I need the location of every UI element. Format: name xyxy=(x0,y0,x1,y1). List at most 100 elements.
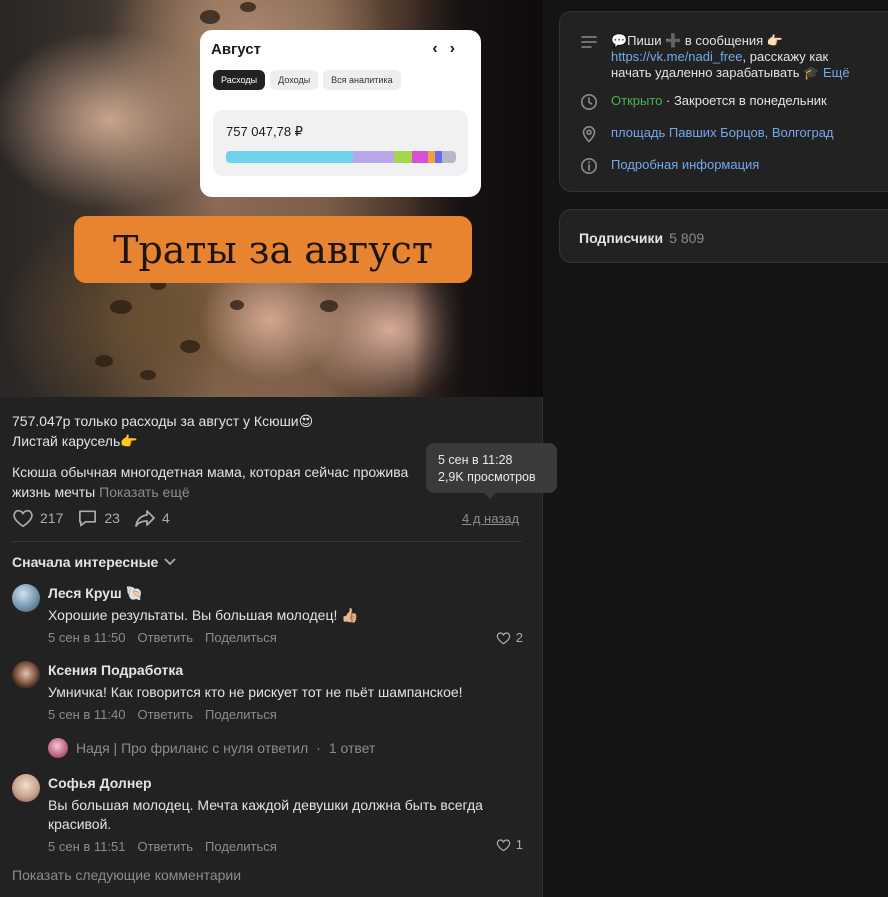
description: 💬Пиши ➕ в сообщения 👉🏻 https://vk.me/nad… xyxy=(611,33,869,81)
reply-button[interactable]: Ответить xyxy=(137,630,193,645)
reply-author: Надя | Про фриланс с нуля ответил xyxy=(76,740,309,756)
comment-date[interactable]: 5 сен в 11:50 xyxy=(48,630,125,645)
comment-like-button[interactable]: 1 xyxy=(496,837,523,852)
share-comment-button[interactable]: Поделиться xyxy=(205,707,277,722)
show-next-comments-link[interactable]: Показать следующие комментарии xyxy=(12,867,241,883)
post-photo[interactable]: Август ‹› Расходы Доходы Вся аналитика 7… xyxy=(0,0,543,397)
text-lines-icon xyxy=(581,36,597,48)
share-comment-button[interactable]: Поделиться xyxy=(205,630,277,645)
comment-body: Леся Круш 🐚 Хорошие результаты. Вы больш… xyxy=(48,584,528,645)
reply-separator: · xyxy=(316,740,321,756)
comment-author[interactable]: Леся Круш 🐚 xyxy=(48,584,528,602)
description-row: 💬Пиши ➕ в сообщения 👉🏻 https://vk.me/nad… xyxy=(580,33,880,81)
reply-count: 1 ответ xyxy=(328,740,376,756)
reply-button[interactable]: Ответить xyxy=(137,707,193,722)
comment-author[interactable]: Софья Долнер xyxy=(48,774,528,792)
subscribers-count: 5 809 xyxy=(669,230,705,246)
hours-row: Открыто · Закроется в понедельник xyxy=(580,93,827,111)
mini-card-tabs: Расходы Доходы Вся аналитика xyxy=(213,70,401,90)
comments-sort-dropdown[interactable]: Сначала интересные xyxy=(12,554,176,570)
spend-bar-segment xyxy=(226,151,353,163)
comment-likes-count: 1 xyxy=(515,837,523,852)
share-arrow-icon xyxy=(135,510,155,527)
avatar[interactable] xyxy=(12,584,40,612)
comment-author[interactable]: Ксения Подработка xyxy=(48,661,528,679)
heart-icon xyxy=(13,509,33,528)
comment-meta: 5 сен в 11:51 Ответить Поделиться xyxy=(48,839,528,854)
spend-bar-segment xyxy=(428,151,436,163)
share-button[interactable]: 4 xyxy=(134,508,170,528)
show-more-link[interactable]: Показать ещё xyxy=(99,484,190,500)
mini-card-sum-box: 757 047,78 ₽ xyxy=(213,110,468,176)
community-info-card: 💬Пиши ➕ в сообщения 👉🏻 https://vk.me/nad… xyxy=(559,11,888,192)
reposts-count: 4 xyxy=(161,510,170,526)
leopard-spot xyxy=(230,300,244,310)
avatar[interactable] xyxy=(12,774,40,802)
comment-icon xyxy=(79,510,97,527)
description-link[interactable]: https://vk.me/nadi_free xyxy=(611,49,743,64)
address-link[interactable]: площадь Павших Борцов, Волгоград xyxy=(611,125,834,141)
spend-bar-segment xyxy=(412,151,429,163)
post-card: Август ‹› Расходы Доходы Вся аналитика 7… xyxy=(0,0,557,897)
subscribers-title: Подписчики 5 809 xyxy=(579,230,704,246)
reply-thread[interactable]: Надя | Про фриланс с нуля ответил · 1 от… xyxy=(48,738,375,758)
post-date-link[interactable]: 4 д назад xyxy=(462,511,519,526)
spend-bar-segment xyxy=(393,151,413,163)
description-prefix: 💬Пиши ➕ в сообщения 👉🏻 xyxy=(611,33,784,48)
clock-icon xyxy=(581,94,597,110)
info-icon xyxy=(581,158,597,174)
comment-button[interactable]: 23 xyxy=(77,508,120,528)
comment-meta: 5 сен в 11:40 Ответить Поделиться xyxy=(48,707,528,722)
spend-bar-segment xyxy=(442,151,456,163)
post-text-fragment: жизнь мечты xyxy=(12,484,96,500)
leopard-spot xyxy=(140,370,156,380)
comment-item: Ксения Подработка Умничка! Как говорится… xyxy=(12,661,528,722)
details-link[interactable]: Подробная информация xyxy=(611,157,759,173)
leopard-spot xyxy=(110,300,132,314)
likes-count: 217 xyxy=(40,510,64,526)
mini-card-sum: 757 047,78 ₽ xyxy=(226,124,303,139)
leopard-spot xyxy=(240,2,256,12)
mini-card-month: Август xyxy=(211,41,261,58)
comments-count: 23 xyxy=(104,510,120,526)
comment-body: Софья Долнер Вы большая молодец. Мечта к… xyxy=(48,774,528,854)
date-tooltip: 5 сен в 11:28 2,9K просмотров xyxy=(426,443,557,499)
status-open: Открыто xyxy=(611,93,663,108)
chevron-down-icon xyxy=(164,558,176,566)
post-actions: 217 23 4 xyxy=(12,507,184,529)
mini-card-arrows: ‹› xyxy=(432,40,467,57)
comment-body: Ксения Подработка Умничка! Как говорится… xyxy=(48,661,528,722)
details-row: Подробная информация xyxy=(580,157,759,175)
mini-card-tab: Вся аналитика xyxy=(323,70,401,90)
comment-item: Леся Круш 🐚 Хорошие результаты. Вы больш… xyxy=(12,584,528,645)
subscribers-label: Подписчики xyxy=(579,230,664,246)
reply-button[interactable]: Ответить xyxy=(137,839,193,854)
divider xyxy=(12,541,522,542)
comment-likes-count: 2 xyxy=(515,630,523,645)
leopard-spot xyxy=(200,10,220,24)
description-more-link[interactable]: Ещё xyxy=(823,65,850,80)
heart-icon xyxy=(496,631,510,644)
comment-text: Умничка! Как говорится кто не рискует то… xyxy=(48,684,463,700)
avatar[interactable] xyxy=(12,661,40,689)
subscribers-card[interactable]: Подписчики 5 809 xyxy=(559,209,888,263)
tooltip-date: 5 сен в 11:28 xyxy=(438,453,513,467)
comment-item: Софья Долнер Вы большая молодец. Мечта к… xyxy=(12,774,527,854)
address-row: площадь Павших Борцов, Волгоград xyxy=(580,125,834,143)
heart-icon xyxy=(496,838,510,851)
mini-card-tab: Доходы xyxy=(270,70,319,90)
hours-text: Открыто · Закроется в понедельник xyxy=(611,93,827,109)
comment-like-button[interactable]: 2 xyxy=(496,630,523,645)
comment-date[interactable]: 5 сен в 11:40 xyxy=(48,707,125,722)
like-button[interactable]: 217 xyxy=(12,508,63,528)
sort-label: Сначала интересные xyxy=(12,554,159,570)
tooltip-views: 2,9K просмотров xyxy=(438,470,536,484)
post-text-line: 757.047р только расходы за август у Ксюш… xyxy=(12,413,314,429)
comment-date[interactable]: 5 сен в 11:51 xyxy=(48,839,125,854)
spend-bar-segment xyxy=(435,151,443,163)
mini-card-tab: Расходы xyxy=(213,70,266,90)
avatar xyxy=(48,738,68,758)
share-comment-button[interactable]: Поделиться xyxy=(205,839,277,854)
comment-text: Вы большая молодец. Мечта каждой девушки… xyxy=(48,797,483,832)
comment-text: Хорошие результаты. Вы большая молодец! … xyxy=(48,607,359,623)
